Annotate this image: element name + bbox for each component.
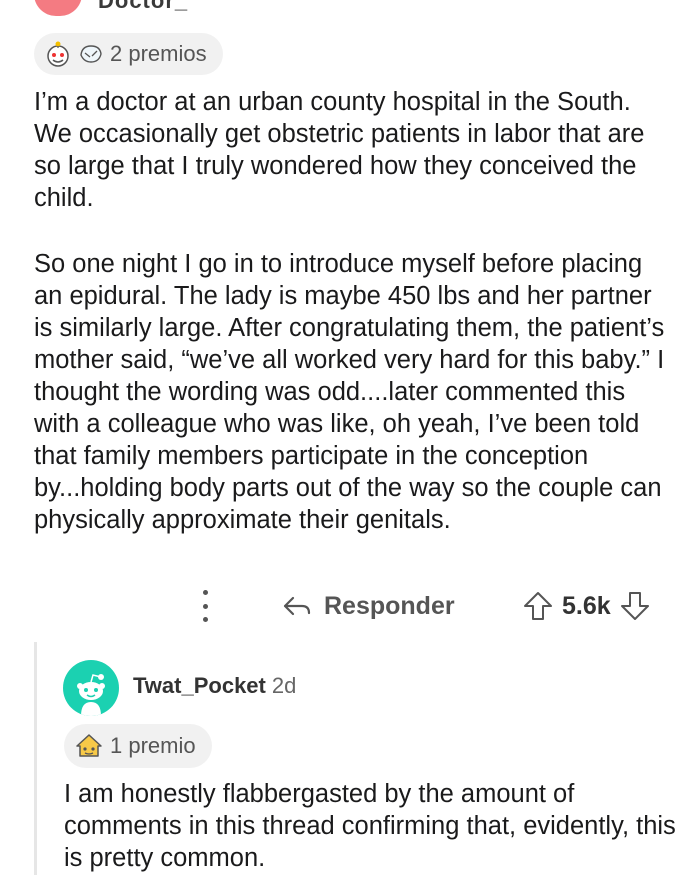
wholesome-award-icon [44,40,72,68]
reply-author-line: Twat_Pocket 2d [133,673,296,699]
more-options-icon[interactable] [192,590,218,622]
reply-author[interactable]: Twat_Pocket [133,673,266,698]
vote-count: 5.6k [562,591,611,620]
awards-pill[interactable]: 2 premios [34,33,223,75]
helpful-award-icon [74,732,104,760]
hugz-award-icon [78,41,104,67]
reply-button[interactable]: Responder [282,586,455,626]
upvote-icon[interactable] [522,590,554,622]
thread-line[interactable] [34,642,37,875]
downvote-icon[interactable] [619,590,651,622]
reply-text: I am honestly flabbergasted by the amoun… [64,780,676,872]
awards-pill[interactable]: 1 premio [64,724,212,768]
reply-arrow-icon [282,594,312,618]
reply-label: Responder [324,591,455,620]
snoo-avatar[interactable] [63,660,119,716]
comment-paragraph: So one night I go in to introduce myself… [34,250,665,534]
reply-timestamp: 2d [271,673,297,698]
vote-controls: 5.6k [522,586,651,626]
awards-count: 2 premios [110,41,207,66]
avatar[interactable] [34,0,82,16]
comment-author[interactable]: Doctor_ [98,0,188,14]
previous-comment-header: Doctor_ [0,0,700,22]
awards-count: 1 premio [110,733,196,758]
comment-paragraph: I’m a doctor at an urban county hospital… [34,88,645,212]
comment-action-bar: Responder 5.6k [0,582,700,630]
